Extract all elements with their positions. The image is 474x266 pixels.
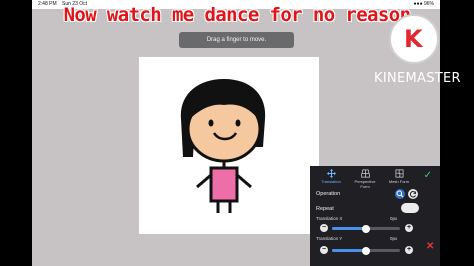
tab-perspective-form-label: Perspective Form xyxy=(354,179,376,189)
translation-y-decrease-button[interactable]: − xyxy=(320,246,328,254)
rotate-icon xyxy=(409,191,416,198)
move-icon xyxy=(326,169,336,178)
cancel-button[interactable]: ✕ xyxy=(426,241,434,252)
kinemaster-watermark: KINEMASTER xyxy=(374,71,461,86)
tab-translation-label: Translation xyxy=(321,179,341,184)
translation-x-fill xyxy=(332,227,366,230)
confirm-button[interactable]: ✓ xyxy=(424,170,432,181)
tab-mesh-form[interactable]: Mesh Form xyxy=(384,169,414,184)
translation-y-thumb[interactable] xyxy=(362,246,370,255)
tab-translation[interactable]: Translation xyxy=(316,169,346,184)
stick-figure-drawing xyxy=(180,79,266,213)
translation-x-slider[interactable] xyxy=(332,224,400,233)
kinemaster-logo-letter: K xyxy=(404,25,423,53)
translation-x-increase-button[interactable]: + xyxy=(405,224,413,232)
translation-y-fill xyxy=(332,249,366,252)
operation-label: Operation xyxy=(316,191,341,197)
rotate-operation-button[interactable] xyxy=(408,189,418,199)
zoom-operation-button[interactable] xyxy=(395,189,405,199)
perspective-icon xyxy=(360,169,370,178)
tab-mesh-form-label: Mesh Form xyxy=(388,179,410,184)
magnifier-icon xyxy=(396,190,404,198)
translation-y-label: Translation Y xyxy=(316,236,343,241)
translation-x-thumb[interactable] xyxy=(362,224,370,233)
tab-perspective-form[interactable]: Perspective Form xyxy=(350,169,380,189)
repeat-label: Repeat xyxy=(316,206,334,212)
translation-x-value: 0px xyxy=(390,216,398,221)
translation-x-label: Translation X xyxy=(316,216,343,221)
transform-tabs: Translation Perspective Form Mesh Form xyxy=(310,169,440,189)
translation-y-increase-button[interactable]: + xyxy=(405,246,413,254)
drag-hint: Drag a finger to move. xyxy=(179,32,294,48)
translation-x-decrease-button[interactable]: − xyxy=(320,224,328,232)
mesh-icon xyxy=(395,169,403,178)
translation-y-value: 0px xyxy=(390,236,398,241)
app-screen: 2:48 PM Sun 23 Oct ●●● 96% Drag a finger… xyxy=(32,0,440,266)
transform-panel: Translation Perspective Form Mesh Form ✓… xyxy=(310,166,440,266)
preview-canvas[interactable] xyxy=(139,57,319,234)
translation-y-slider[interactable] xyxy=(332,246,400,255)
repeat-toggle[interactable] xyxy=(401,203,419,213)
